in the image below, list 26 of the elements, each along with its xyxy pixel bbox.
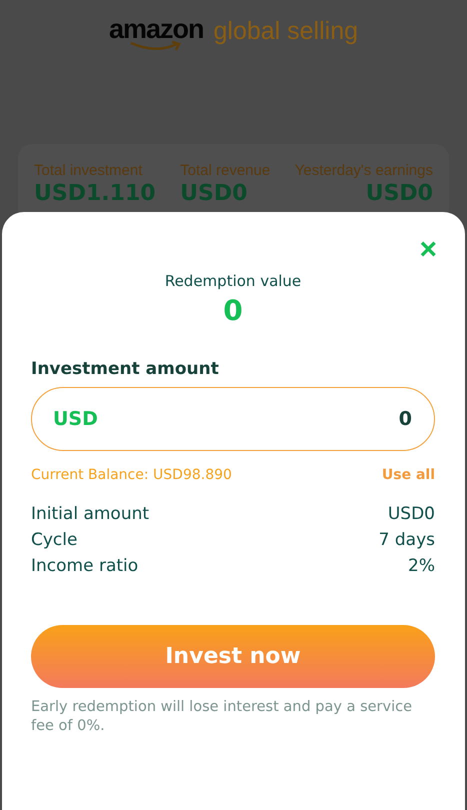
currency-label: USD: [53, 408, 98, 430]
redemption-value: 0: [222, 294, 244, 327]
stat-label: Total revenue: [180, 162, 270, 179]
stat-label: Total investment: [34, 162, 144, 179]
redemption-label: Redemption value: [164, 272, 302, 290]
stat-value: USD0: [364, 181, 433, 206]
detail-label: Cycle: [31, 529, 78, 552]
detail-value: 7 days: [378, 529, 435, 552]
detail-label: Income ratio: [31, 555, 138, 578]
close-button[interactable]: ×: [419, 238, 437, 262]
detail-label: Initial amount: [31, 503, 150, 526]
use-all-link[interactable]: Use all: [382, 467, 435, 483]
stat-value: USD1.110: [34, 181, 156, 206]
stat-value: USD0: [180, 181, 248, 206]
stat-label: Yesterday's earnings: [294, 162, 433, 179]
balance-text: Current Balance: USD98.890: [31, 467, 232, 483]
invest-button[interactable]: Invest now: [31, 625, 435, 688]
amount-label: Investment amount: [31, 359, 220, 379]
logo-tagline: global selling: [213, 16, 358, 46]
amount-input[interactable]: 0: [310, 407, 414, 431]
amount-field[interactable]: USD 0: [31, 387, 435, 451]
smile-arrow-icon: [129, 40, 184, 52]
logo-wordmark: amazon: [108, 14, 204, 44]
detail-value: 2%: [408, 555, 435, 578]
fee-note: Early redemption will lose interest and pay a service fee of 0%.: [31, 698, 414, 736]
detail-value: USD0: [388, 503, 435, 526]
